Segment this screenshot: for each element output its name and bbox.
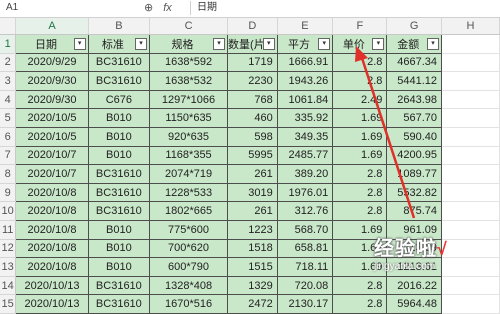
empty-cell[interactable] xyxy=(441,294,500,314)
table-cell[interactable]: 2130.17 xyxy=(276,294,334,314)
table-row: 15 2020/10/13 BC31610 1670*516 2472 2130.17 2.… xyxy=(0,294,500,314)
table-cell[interactable]: 1670*516 xyxy=(149,294,229,314)
row-header[interactable]: 15 xyxy=(0,294,17,314)
table-cell[interactable]: 2.8 xyxy=(332,294,388,314)
table-cell[interactable]: 2020/10/13 xyxy=(15,294,89,314)
table-cell[interactable]: 2472 xyxy=(227,294,278,314)
watermark: 经验啦√ jingyanla.com xyxy=(374,238,448,272)
table-cell[interactable]: BC31610 xyxy=(87,294,151,314)
table-cell[interactable]: 5964.48 xyxy=(386,294,442,314)
